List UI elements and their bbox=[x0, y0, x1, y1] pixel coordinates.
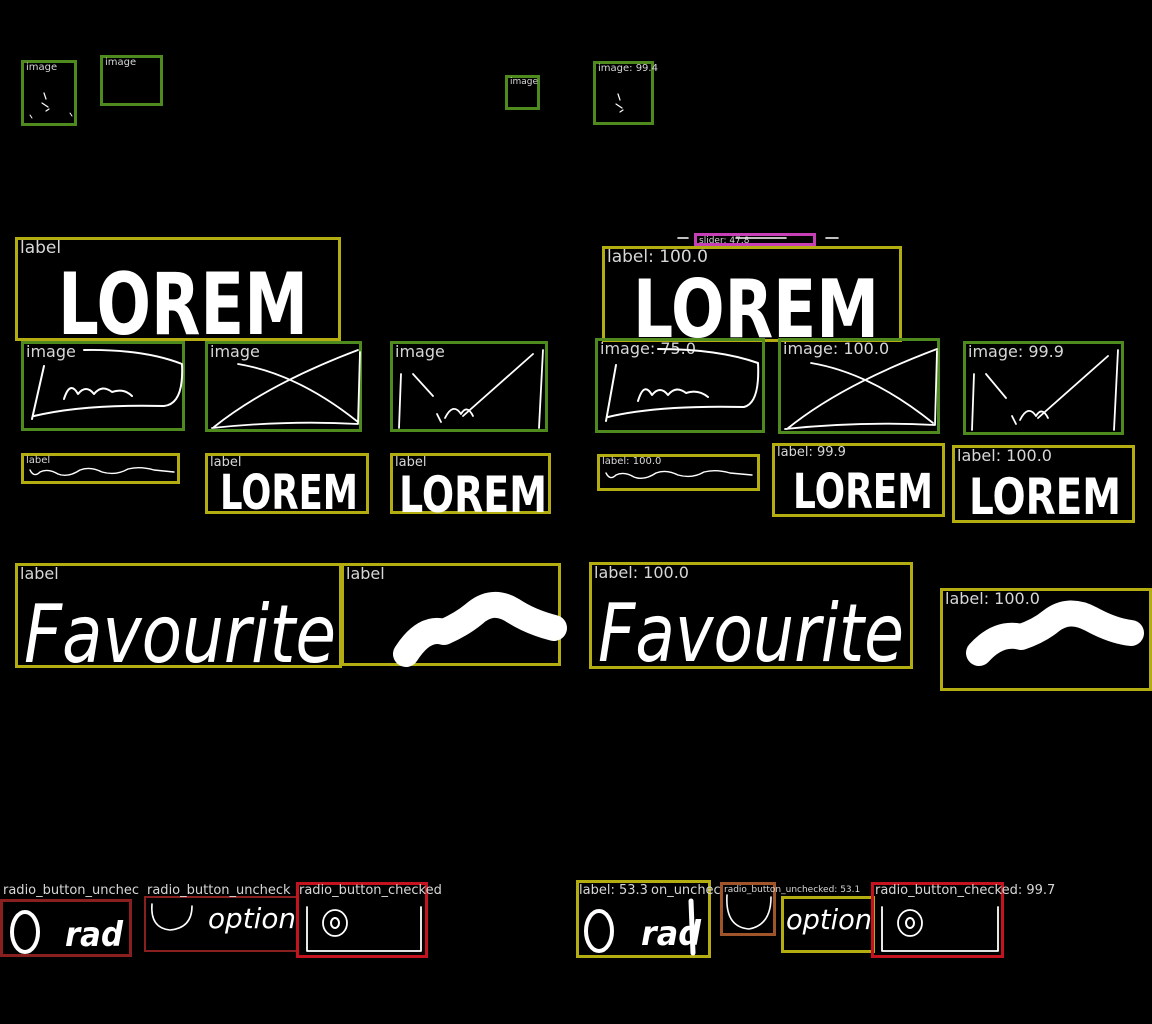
lorem-text: LOREM bbox=[969, 468, 1121, 526]
detection-caption: radio_button_checked bbox=[299, 883, 442, 898]
handwritten-lorem: LOREM bbox=[58, 255, 308, 355]
detection-caption: radio_button_uncheck bbox=[147, 883, 291, 898]
image-box: image: 100.0 bbox=[778, 338, 940, 434]
radio-button-unchecked[interactable]: option bbox=[144, 896, 299, 952]
label-box: label: 100.0 Favourite bbox=[589, 562, 913, 680]
label-box: label: 100.0 bbox=[940, 588, 1152, 691]
image-box: image bbox=[505, 75, 540, 110]
label-box: label: 100.0 LOREM bbox=[952, 445, 1135, 526]
favourite-text: Favourite bbox=[598, 587, 904, 680]
handwritten-lorem: LOREM bbox=[399, 466, 547, 524]
handwritten-lorem: LOREM bbox=[793, 464, 933, 520]
sketch-icon bbox=[29, 92, 73, 119]
wave-scribble bbox=[605, 470, 753, 480]
detection-caption: on_unchec bbox=[651, 883, 721, 898]
rad-text: rad bbox=[65, 915, 124, 955]
handwritten-favourite: Favourite bbox=[598, 587, 904, 680]
image-box: image: 75.0 bbox=[595, 338, 765, 433]
label-box: label bbox=[21, 453, 180, 484]
radio-button-unchecked[interactable]: rad bbox=[0, 899, 132, 957]
handwritten-lorem: LOREM bbox=[633, 263, 879, 356]
detection-caption: radio_button_unchecked: 53.1 bbox=[724, 885, 861, 895]
brush-stroke bbox=[966, 600, 1144, 666]
radio-label-box[interactable]: option bbox=[781, 896, 875, 953]
detection-caption: label: 53.3 bbox=[579, 883, 648, 898]
brush-stroke bbox=[393, 591, 567, 667]
label-box: label LOREM bbox=[15, 237, 341, 355]
option-scribble: option bbox=[786, 903, 872, 936]
image-box: image bbox=[21, 60, 77, 126]
image-box: image: 99.4 bbox=[593, 61, 658, 125]
label-box: label Favourite bbox=[15, 563, 342, 681]
label-box: label: 100.0 LOREM bbox=[602, 246, 902, 356]
detection-caption: radio_button_checked: 99.7 bbox=[875, 883, 1056, 898]
radio-circle-icon: option bbox=[151, 902, 296, 935]
wave-scribble bbox=[29, 467, 175, 477]
detection-caption: slider: 47.8 bbox=[699, 236, 750, 246]
image-box: image bbox=[205, 341, 362, 432]
favourite-text: Favourite bbox=[24, 588, 336, 681]
cross-image-icon bbox=[211, 349, 361, 429]
lorem-text: LOREM bbox=[220, 465, 358, 521]
sketch-icon bbox=[615, 93, 624, 113]
slider-box[interactable]: slider: 47.8 bbox=[694, 233, 816, 246]
detection-caption: image bbox=[510, 77, 539, 87]
cross-image-icon bbox=[784, 348, 938, 430]
image-box: image: 99.9 bbox=[963, 341, 1124, 435]
detection-caption: image bbox=[105, 57, 137, 68]
detection-caption: radio_button_unchec bbox=[3, 883, 140, 898]
label-box: label bbox=[341, 563, 567, 667]
lorem-text: LOREM bbox=[58, 255, 308, 355]
image-box: image bbox=[21, 341, 185, 431]
label-box: label: 99.9 LOREM bbox=[772, 443, 945, 520]
squiggle-icon bbox=[605, 348, 760, 422]
option-text: option bbox=[786, 903, 872, 936]
squiggle-icon bbox=[31, 348, 184, 420]
lorem-text: LOREM bbox=[399, 466, 547, 524]
option-text: option bbox=[208, 902, 296, 935]
image-box: image bbox=[390, 341, 548, 432]
radio-circle-icon: rad bbox=[10, 910, 124, 955]
lorem-text: LOREM bbox=[793, 464, 933, 520]
label-box: label LOREM bbox=[390, 453, 551, 524]
handwritten-lorem: LOREM bbox=[969, 468, 1121, 526]
label-box: label LOREM bbox=[205, 453, 369, 521]
handwritten-favourite: Favourite bbox=[24, 588, 336, 681]
handwritten-lorem: LOREM bbox=[220, 465, 358, 521]
image-box: image bbox=[100, 55, 163, 106]
label-box: label: 100.0 bbox=[597, 454, 760, 491]
mountain-sketch-icon bbox=[971, 349, 1119, 431]
mountain-sketch-icon bbox=[398, 349, 544, 429]
